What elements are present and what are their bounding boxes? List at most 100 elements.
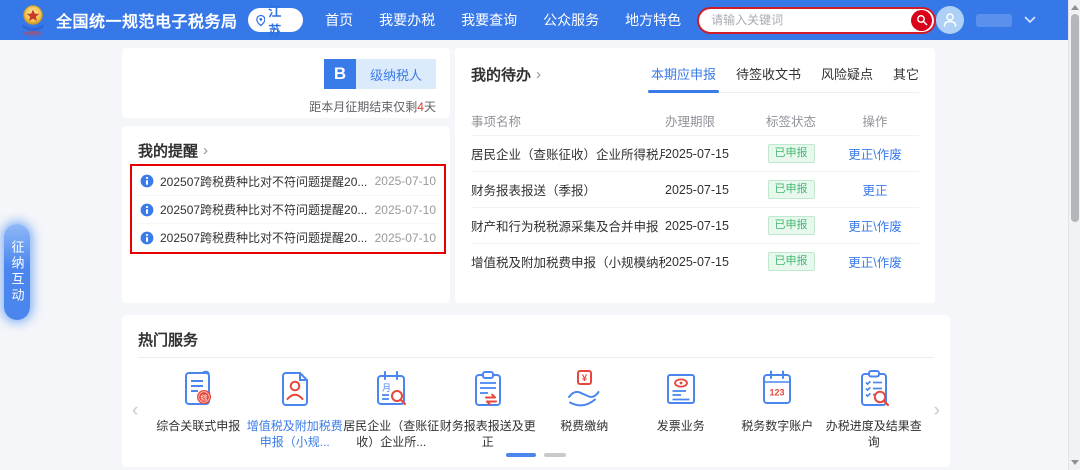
- table-row: 财务报表报送（季报） 2025-07-15 已申报 更正: [471, 171, 919, 207]
- user-avatar[interactable]: [936, 6, 964, 34]
- carousel-pagination: [506, 453, 566, 457]
- status-badge: 已申报: [768, 144, 815, 162]
- todo-more-arrow[interactable]: ›: [536, 66, 541, 83]
- location-selector[interactable]: 江苏: [248, 8, 304, 32]
- reminder-item[interactable]: 202507跨税费种比对不符问题提醒20... 2025-07-10: [138, 167, 438, 195]
- column-header-action: 操作: [831, 111, 919, 130]
- column-header-status: 标签状态: [751, 111, 831, 130]
- service-vat-declaration[interactable]: 增值税及附加税费申报（小规...: [247, 367, 344, 450]
- pagination-dot-active[interactable]: [506, 453, 536, 457]
- reminder-date: 2025-07-10: [375, 174, 436, 188]
- my-todo-card: 我的待办 › 本期应申报 待签收文书 风险疑点 其它 事项名称 办理期限 标签状…: [455, 48, 935, 303]
- nav-item-home[interactable]: 首页: [325, 10, 353, 30]
- action-link[interactable]: 更正: [862, 184, 887, 198]
- nav-item-local-features[interactable]: 地方特色: [625, 10, 681, 30]
- service-tax-digital-account[interactable]: 123 税务数字账户: [729, 367, 826, 450]
- todo-tabs: 本期应申报 待签收文书 风险疑点 其它: [651, 64, 919, 93]
- item-deadline: 2025-07-15: [665, 255, 751, 269]
- carousel-left-arrow-icon[interactable]: ‹: [132, 401, 138, 420]
- service-label: 办税进度及结果查询: [826, 418, 922, 450]
- calendar-search-icon: 月: [369, 367, 413, 411]
- reminder-item[interactable]: 202507跨税费种比对不符问题提醒20... 2025-07-10: [138, 223, 438, 251]
- user-area: [936, 6, 1036, 34]
- hot-services-title: 热门服务: [138, 329, 198, 350]
- reminder-text: 202507跨税费种比对不符问题提醒20...: [160, 173, 369, 190]
- nav-item-public-service[interactable]: 公众服务: [543, 10, 599, 30]
- divider: [138, 357, 934, 358]
- action-link[interactable]: 更正\作废: [848, 256, 901, 270]
- table-row: 居民企业（查账征收）企业所得税月（... 2025-07-15 已申报 更正\作…: [471, 135, 919, 171]
- column-header-name: 事项名称: [471, 111, 665, 130]
- search-input[interactable]: [699, 13, 911, 27]
- reminder-date: 2025-07-10: [375, 203, 436, 217]
- table-row: 增值税及附加税费申报（小规模纳税人） 2025-07-15 已申报 更正\作废: [471, 243, 919, 279]
- scrollbar[interactable]: [1068, 0, 1080, 470]
- interaction-side-tab[interactable]: 征纳互动: [4, 224, 30, 320]
- status-badge: 已申报: [768, 180, 815, 198]
- table-row: 财产和行为税税源采集及合并申报 2025-07-15 已申报 更正\作废: [471, 207, 919, 243]
- clipboard-swap-icon: [466, 367, 510, 411]
- info-icon: [140, 174, 154, 188]
- grade-letter: B: [324, 59, 356, 89]
- item-name: 财务报表报送（季报）: [471, 180, 665, 199]
- svg-text:综: 综: [201, 393, 208, 402]
- svg-text:¥: ¥: [582, 373, 588, 384]
- user-icon: [941, 11, 959, 29]
- taxpayer-grade-badge[interactable]: B 级纳税人: [324, 59, 436, 89]
- site-title: 全国统一规范电子税务局: [56, 8, 238, 32]
- service-tax-payment[interactable]: ¥ 税费缴纳: [536, 367, 633, 450]
- checklist-search-icon: [852, 367, 896, 411]
- item-name: 居民企业（查账征收）企业所得税月（...: [471, 144, 665, 163]
- hot-services-card: 热门服务 ‹ › 综 综合关联式申报 增值税及附加税: [122, 315, 950, 467]
- action-link[interactable]: 更正\作废: [848, 220, 901, 234]
- reminders-more-arrow[interactable]: ›: [203, 142, 208, 159]
- item-name: 财产和行为税税源采集及合并申报: [471, 216, 665, 235]
- header-search-box: [697, 7, 936, 34]
- location-pin-icon: [256, 14, 266, 27]
- todo-table: 事项名称 办理期限 标签状态 操作 居民企业（查账征收）企业所得税月（... 2…: [471, 105, 919, 279]
- nav-item-handle-tax[interactable]: 我要办税: [379, 10, 435, 30]
- reminder-item[interactable]: 202507跨税费种比对不符问题提醒20... 2025-07-10: [138, 195, 438, 223]
- service-invoice-business[interactable]: 发票业务: [633, 367, 730, 450]
- todo-title: 我的待办: [471, 64, 531, 85]
- service-label: 综合关联式申报: [156, 418, 240, 434]
- service-tax-progress-query[interactable]: 办税进度及结果查询: [826, 367, 923, 450]
- status-badge: 已申报: [768, 216, 815, 234]
- scroll-down-arrow-icon[interactable]: [1071, 460, 1079, 465]
- main-nav: 首页 我要办税 我要查询 公众服务 地方特色: [325, 10, 681, 30]
- reminder-date: 2025-07-10: [375, 231, 436, 245]
- svg-text:月: 月: [382, 383, 391, 393]
- search-button[interactable]: [911, 10, 932, 31]
- scrollbar-thumb[interactable]: [1071, 14, 1079, 222]
- invoice-eye-icon: [659, 367, 703, 411]
- taxpayer-grade-card: B 级纳税人 距本月征期结束仅剩4天: [122, 48, 450, 118]
- chevron-down-icon[interactable]: [1024, 16, 1036, 24]
- pagination-dot[interactable]: [544, 453, 566, 457]
- nav-item-query[interactable]: 我要查询: [461, 10, 517, 30]
- service-comprehensive-declaration[interactable]: 综 综合关联式申报: [150, 367, 247, 450]
- svg-text:123: 123: [770, 388, 785, 398]
- reminder-text: 202507跨税费种比对不符问题提醒20...: [160, 229, 369, 246]
- service-financial-report[interactable]: 财务报表报送及更正: [440, 367, 537, 450]
- tab-others[interactable]: 其它: [893, 64, 919, 83]
- tab-current-declaration[interactable]: 本期应申报: [651, 64, 716, 83]
- top-bar: 中国税务 全国统一规范电子税务局 江苏 首页 我要办税 我要查询 公众服务 地方…: [0, 0, 1080, 40]
- scroll-up-arrow-icon[interactable]: [1071, 5, 1079, 10]
- service-label: 增值税及附加税费申报（小规...: [247, 418, 343, 450]
- countdown-days: 4: [417, 100, 424, 114]
- tab-documents-to-sign[interactable]: 待签收文书: [736, 64, 801, 83]
- masked-username: [976, 14, 1012, 27]
- action-link[interactable]: 更正\作废: [848, 148, 901, 162]
- info-icon: [140, 231, 154, 245]
- tab-risk-doubts[interactable]: 风险疑点: [821, 64, 873, 83]
- hand-yuan-icon: ¥: [562, 367, 606, 411]
- search-icon: [916, 14, 928, 26]
- service-label: 发票业务: [657, 418, 705, 434]
- service-resident-enterprise-tax[interactable]: 月 居民企业（查账征收）企业所...: [343, 367, 440, 450]
- grade-label: 级纳税人: [356, 59, 436, 89]
- hot-services-list: 综 综合关联式申报 增值税及附加税费申报（小规... 月: [150, 367, 922, 450]
- reminder-text: 202507跨税费种比对不符问题提醒20...: [160, 201, 369, 218]
- carousel-right-arrow-icon[interactable]: ›: [934, 401, 940, 420]
- reminders-title: 我的提醒: [138, 140, 198, 161]
- levy-period-countdown: 距本月征期结束仅剩4天: [309, 98, 436, 115]
